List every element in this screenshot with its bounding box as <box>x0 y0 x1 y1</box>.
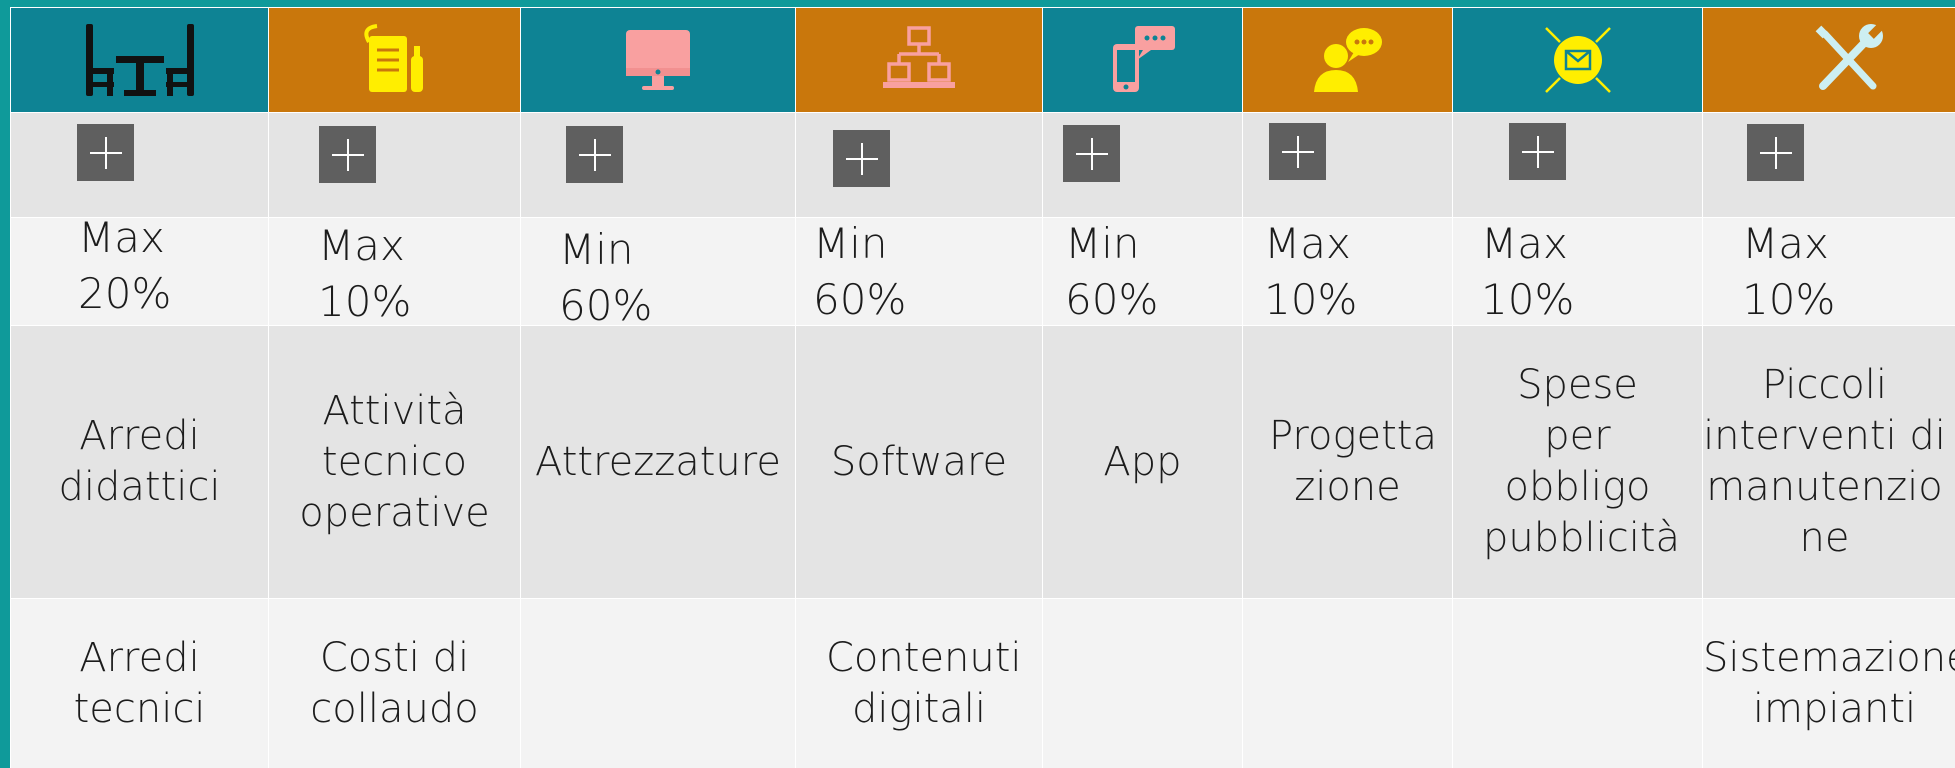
category-row: Arredi didattici Attività tecnico operat… <box>10 325 1955 599</box>
plus-icon <box>1759 136 1792 169</box>
limit-value: Max 10% <box>318 221 412 326</box>
category-label: Piccoli interventi di manutenzio ne <box>1703 362 1946 561</box>
desktop-monitor-icon <box>626 30 690 90</box>
header-cell-arredi <box>10 7 269 113</box>
header-cell-software <box>795 7 1043 113</box>
expand-button[interactable] <box>319 126 376 183</box>
category-label: Arredi didattici <box>58 413 221 510</box>
category-label: Attività tecnico operative <box>299 387 490 536</box>
budget-table: Max 20% Max 10% Min 60% Min 60% Min 60% Max 10… <box>10 7 1955 768</box>
classroom-furniture-icon <box>85 24 194 96</box>
plus-icon <box>331 138 364 171</box>
limit-value: Max 10% <box>1742 219 1836 324</box>
person-speech-icon <box>1313 28 1382 92</box>
header-cell-attivita <box>268 7 521 113</box>
header-cell-pubblicita <box>1452 7 1703 113</box>
expand-button[interactable] <box>1747 124 1804 181</box>
detail-label: Contenuti digitali <box>826 635 1022 732</box>
network-hierarchy-icon <box>883 26 955 88</box>
header-cell-progettazione <box>1242 7 1453 113</box>
category-label: App <box>1103 438 1182 485</box>
category-label: Attrezzature <box>535 438 781 485</box>
expand-button[interactable] <box>1509 123 1566 180</box>
limit-row: Max 20% Max 10% Min 60% Min 60% Min 60% Max 10… <box>10 213 1955 330</box>
mail-broadcast-icon <box>1544 27 1611 93</box>
expand-button[interactable] <box>566 126 623 183</box>
plus-icon <box>578 138 611 171</box>
plus-icon <box>1521 135 1554 168</box>
header-cell-manutenzione <box>1702 7 1955 113</box>
plus-icon <box>845 142 878 175</box>
plus-icon <box>89 136 122 169</box>
limit-value: Max 10% <box>1264 219 1358 324</box>
header-cell-app <box>1042 7 1243 113</box>
detail-label: Arredi tecnici <box>73 635 206 732</box>
tools-checklist-icon <box>363 24 423 92</box>
header-row <box>10 7 1955 113</box>
wrench-screwdriver-icon <box>1815 23 1884 90</box>
expand-button[interactable] <box>77 124 134 181</box>
detail-label: Sistemazione impianti <box>1703 635 1955 732</box>
plus-icon <box>1075 137 1108 170</box>
category-label: Progetta zione <box>1269 413 1437 510</box>
limit-value: Max 20% <box>78 213 172 318</box>
plus-icon <box>1281 135 1314 168</box>
limit-value: Min 60% <box>813 219 907 324</box>
category-label: Software <box>830 438 1008 485</box>
header-cell-attrezzature <box>520 7 796 113</box>
limit-value: Min 60% <box>559 225 653 330</box>
expand-button[interactable] <box>1269 123 1326 180</box>
expand-button[interactable] <box>1063 125 1120 182</box>
expand-row <box>10 112 1955 218</box>
category-label: Spese per obbligo pubblicità <box>1483 362 1681 561</box>
limit-value: Min 60% <box>1065 219 1159 324</box>
detail-label: Costi di collaudo <box>310 635 479 732</box>
limit-value: Max 10% <box>1481 219 1575 324</box>
detail-row: Arredi tecnici Costi di collaudo Contenu… <box>10 598 1955 768</box>
expand-button[interactable] <box>833 130 890 187</box>
mobile-chat-icon <box>1112 26 1175 92</box>
